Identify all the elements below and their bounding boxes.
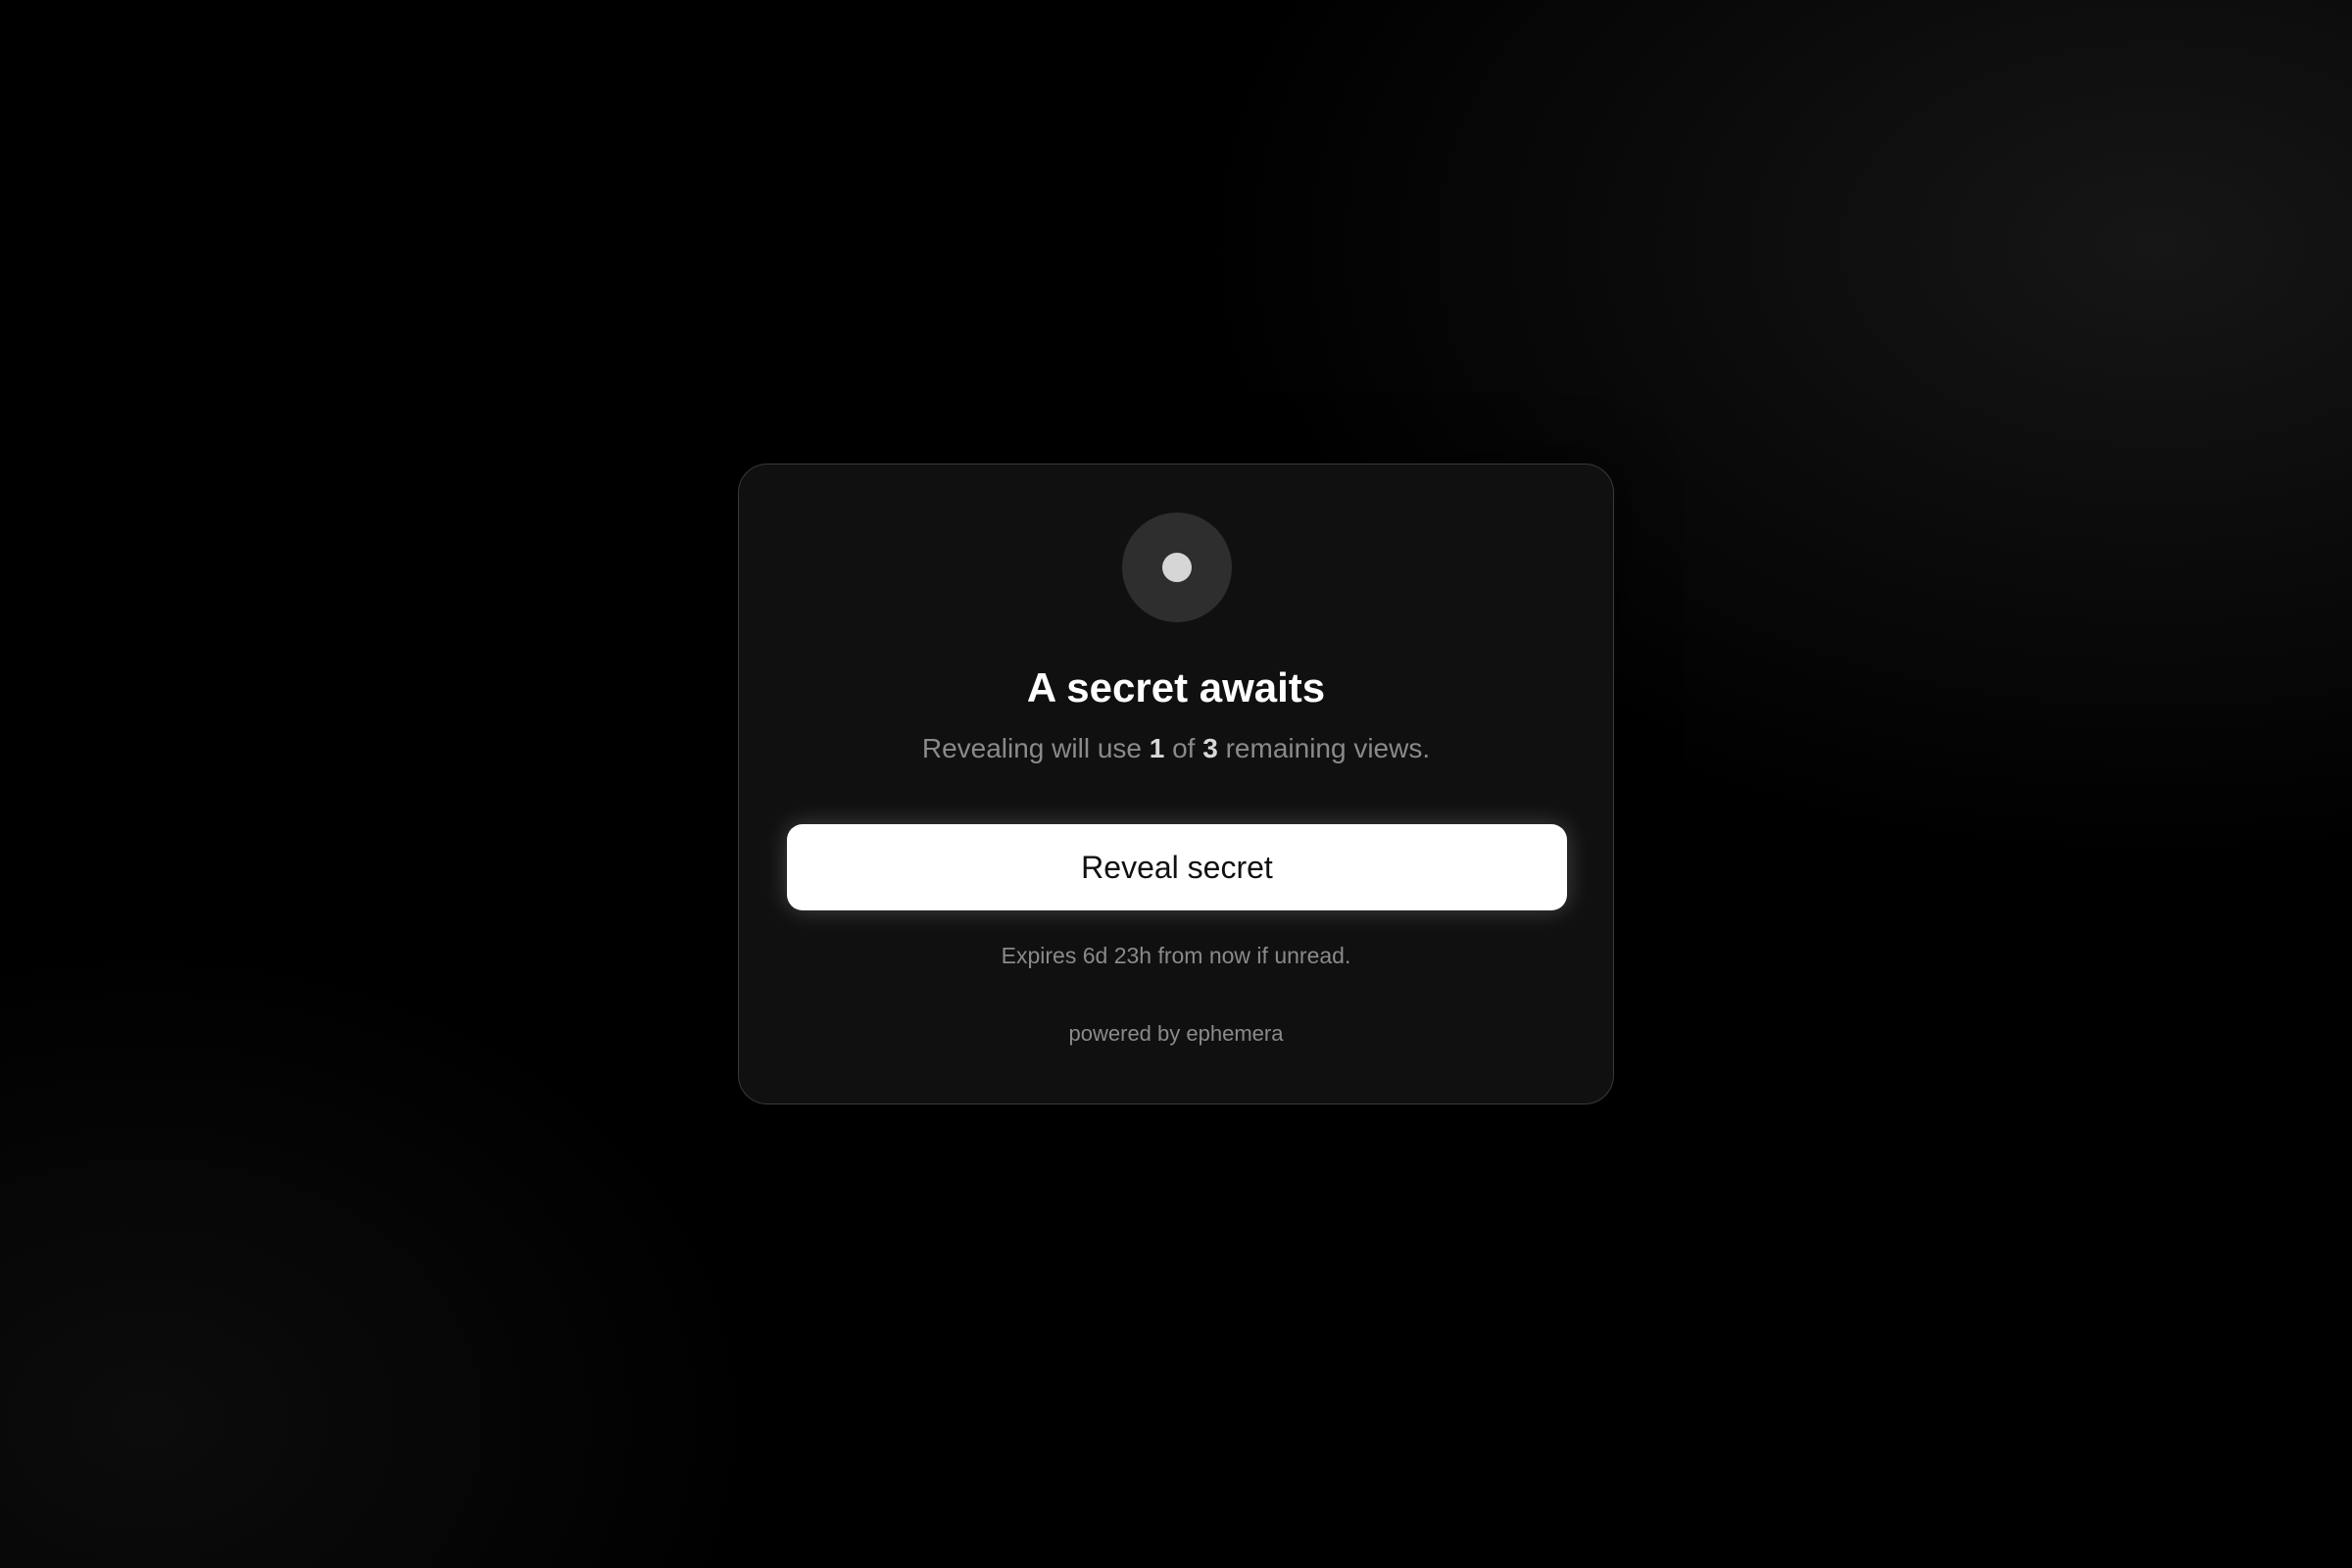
dot-icon bbox=[1162, 553, 1192, 582]
views-info-prefix: Revealing will use bbox=[921, 733, 1150, 763]
secret-card: A secret awaits Revealing will use 1 of … bbox=[738, 464, 1614, 1104]
powered-by-footer: powered by ephemera bbox=[1068, 1021, 1284, 1046]
remaining-views-count: 3 bbox=[1202, 733, 1218, 763]
expiry-notice: Expires 6d 23h from now if unread. bbox=[1001, 943, 1351, 968]
reveal-secret-button[interactable]: Reveal secret bbox=[787, 824, 1567, 910]
secret-icon-badge bbox=[1122, 513, 1232, 622]
views-info: Revealing will use 1 of 3 remaining view… bbox=[739, 729, 1613, 768]
views-info-suffix: remaining views. bbox=[1217, 733, 1431, 763]
views-info-middle: of bbox=[1164, 733, 1203, 763]
card-title: A secret awaits bbox=[1026, 664, 1326, 710]
used-views-count: 1 bbox=[1149, 733, 1165, 763]
